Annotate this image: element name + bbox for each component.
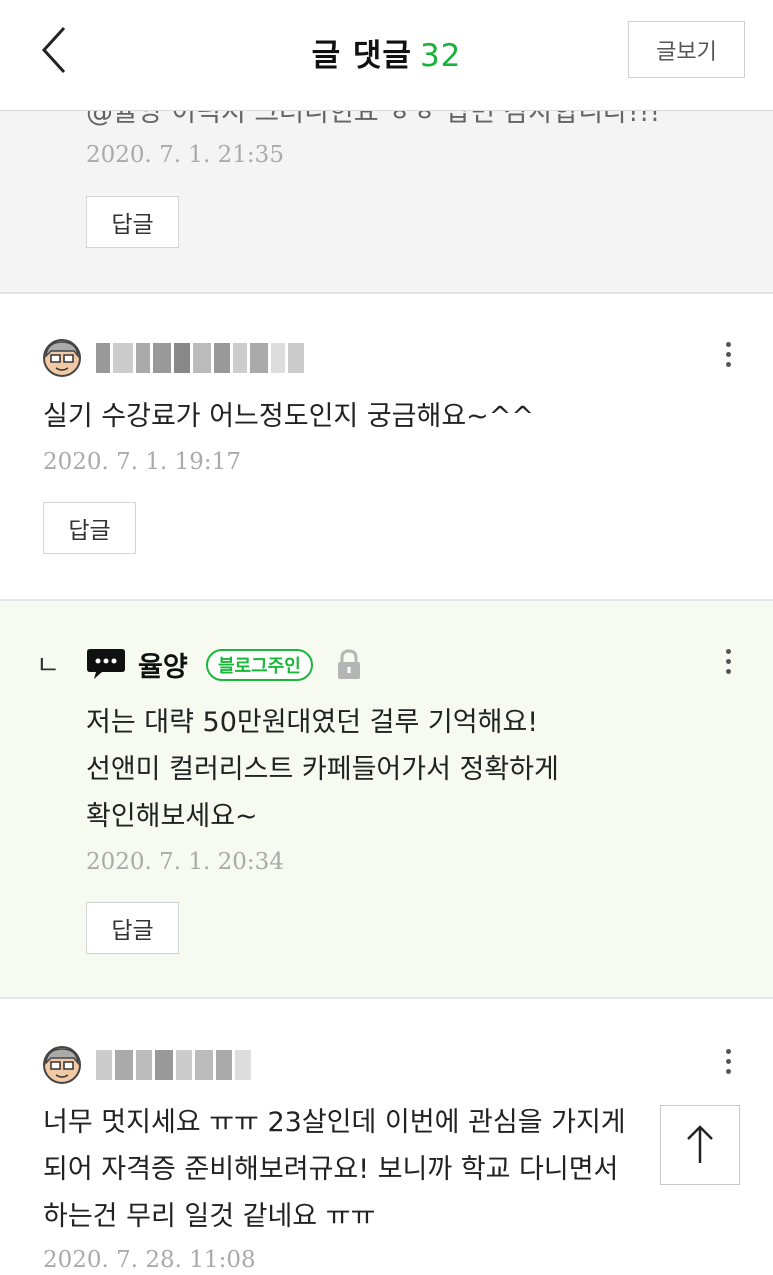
comment-item: 실기 수강료가 어느정도인지 궁금해요~^^ 2020. 7. 1. 19:17… [0,294,773,601]
more-options-icon[interactable] [716,1049,740,1081]
avatar-icon [43,1046,81,1084]
avatar-icon [43,339,81,377]
comment-count: 32 [419,38,462,74]
comment-reply-item: ㄴ 율양 블로그주인 저는 대략 50만원대였던 걸루 기억해요! 선앤미 컬러… [0,601,773,999]
more-options-icon[interactable] [716,649,740,681]
comment-text-line: 확인해보세요~ [86,801,258,832]
top-bar: 글 댓글 32 글보기 [0,0,773,111]
comment-text: 실기 수강료가 어느정도인지 궁금해요~^^ [43,401,535,432]
comment-text-line: 되어 자격증 준비해보려규요! 보니까 학교 다니면서 [43,1154,619,1185]
reply-button[interactable]: 답글 [43,502,136,554]
comment-text-line: 저는 대략 50만원대였던 걸루 기억해요! [86,707,539,738]
comment-text-line: 하는건 무리 일것 같네요 ㅠㅠ [43,1201,376,1232]
blog-owner-badge: 블로그주인 [206,649,313,681]
comment-date: 2020. 7. 1. 20:34 [86,849,284,875]
lock-icon [338,649,360,679]
speech-bubble-avatar-icon [87,649,125,679]
comment-date: 2020. 7. 1. 21:35 [86,142,284,168]
more-options-icon[interactable] [716,342,740,374]
page-title-text: 글 댓글 [311,38,412,74]
comment-text-line: 너무 멋지세요 ㅠㅠ 23살인데 이번에 관심을 가지게 [43,1107,626,1138]
comment-item: 너무 멋지세요 ㅠㅠ 23살인데 이번에 관심을 가지게 되어 자격증 준비해보… [0,999,773,1275]
author-name: 율양 [138,652,188,683]
blurred-username [96,342,304,374]
reply-button[interactable]: 답글 [86,902,179,954]
comment-date: 2020. 7. 28. 11:08 [43,1247,256,1273]
reply-button[interactable]: 답글 [86,196,179,248]
scroll-to-top-button[interactable] [660,1105,740,1185]
comment-text-line: 선앤미 컬러리스트 카페들어가서 정확하게 [86,754,559,785]
view-post-button[interactable]: 글보기 [628,21,745,78]
blurred-username [96,1049,251,1081]
reply-marker: ㄴ [36,651,60,681]
comment-date: 2020. 7. 1. 19:17 [43,449,241,475]
arrow-up-icon [687,1125,713,1163]
